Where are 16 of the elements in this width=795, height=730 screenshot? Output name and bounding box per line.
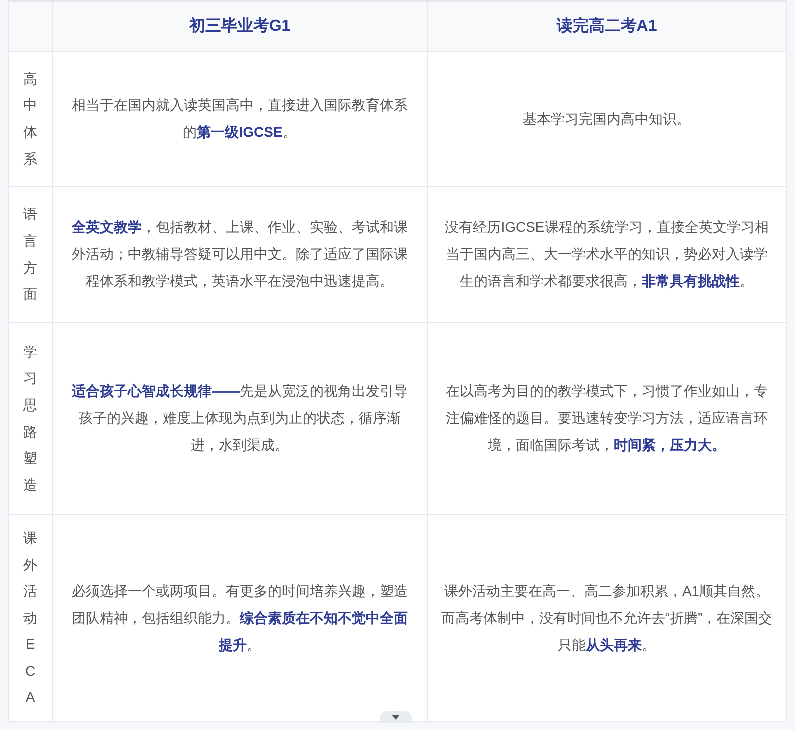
column-header: 初三毕业考G1 [53,2,428,51]
row-label: 高中体系 [24,70,38,169]
expand-button[interactable] [380,711,412,723]
table-cell-text: 适合孩子心智成长规律——先是从宽泛的视角出发引导孩子的兴趣，难度上体现为点到为止的状态，循序渐进，水到渠成。 [71,382,409,455]
table-cell-text: 在以高考为目的的教学模式下，习惯了作业如山，专注偏难怪的题目。要迅速转变学习方法，适应语言环境，面临国际考试，时间紧，压力大。 [445,382,769,455]
table-cell-text: 必须选择一个或两项目。有更多的时间培养兴趣，塑造团队精神，包括组织能力。综合素质在不知不觉中全面提升。 [71,582,409,654]
caret-icon [392,714,400,720]
row-label: 学习思路塑造 [24,342,38,495]
column-header: 读完高二考A1 [556,16,658,36]
table-cell-text: 全英文教学，包括教材、上课、作业、实验、考试和课外活动；中教辅导答疑可以用中文。除了适应了国际课程体系和教学模式，英语水平在浸泡中迅速提高。 [71,218,409,291]
table-cell-text: 课外活动主要在高一、高二参加积累，A1顺其自然。而高考体制中，没有时间也不允许去“折腾”，在深国交只能从头再来。 [441,582,773,654]
table-cell-text: 没有经历IGCSE课程的系统学习，直接全英文学习相当于国内高三、大一学术水平的知识，势必对入读学生的语言和学术都要求很高，非常具有挑战性。 [444,218,770,291]
table-cell-text: 相当于在国内就入读英国高中，直接进入国际教育体系的第一级IGCSE。 [71,96,409,142]
row-label: 课外活动ECA [24,528,38,708]
row-label: 语言方面 [24,205,38,304]
table-cell-text: 基本学习完国内高中知识。 [523,110,691,128]
